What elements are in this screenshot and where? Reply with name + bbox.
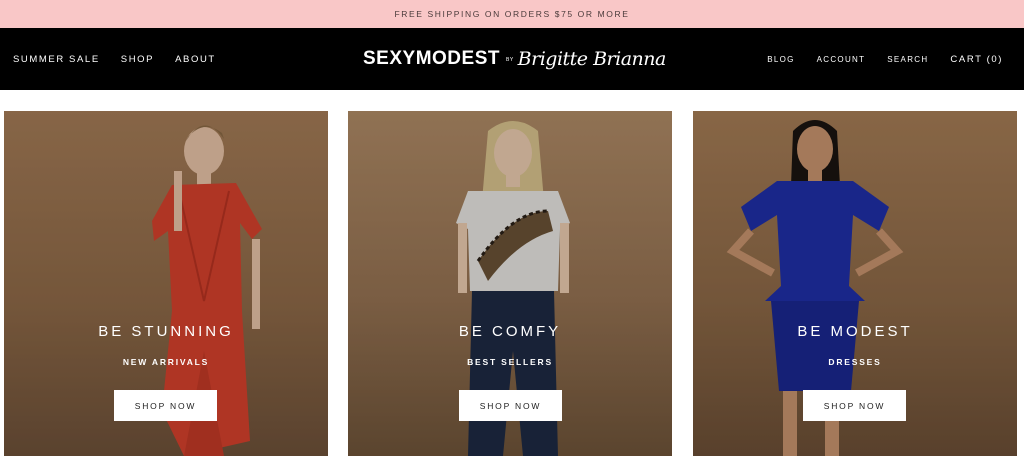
shop-now-button[interactable]: SHOP NOW	[803, 390, 906, 421]
site-logo[interactable]: SEXYMODEST BY Brigitte Brianna	[363, 28, 666, 90]
promo-card-comfy[interactable]: BE COMFY BEST SELLERS SHOP NOW	[348, 111, 672, 456]
site-header: SUMMER SALE SHOP ABOUT SEXYMODEST BY Bri…	[0, 28, 1024, 90]
nav-summer-sale[interactable]: SUMMER SALE	[13, 54, 100, 65]
card-subtitle: BEST SELLERS	[467, 357, 553, 367]
promo-card-stunning[interactable]: BE STUNNING NEW ARRIVALS SHOP NOW	[4, 111, 328, 456]
shop-now-button[interactable]: SHOP NOW	[459, 390, 562, 421]
primary-nav: SUMMER SALE SHOP ABOUT	[13, 28, 237, 90]
shop-now-button[interactable]: SHOP NOW	[114, 390, 217, 421]
announcement-bar: FREE SHIPPING ON ORDERS $75 OR MORE	[0, 0, 1024, 28]
announcement-text: FREE SHIPPING ON ORDERS $75 OR MORE	[394, 9, 630, 19]
logo-by: BY	[505, 57, 514, 63]
nav-account[interactable]: ACCOUNT	[817, 55, 866, 64]
utility-nav: BLOG ACCOUNT SEARCH CART (0)	[745, 28, 1003, 90]
nav-about[interactable]: ABOUT	[175, 54, 216, 65]
logo-script: Brigitte Brianna	[517, 48, 667, 70]
card-title: BE COMFY	[458, 323, 562, 340]
nav-blog[interactable]: BLOG	[767, 55, 794, 64]
nav-cart[interactable]: CART (0)	[950, 54, 1003, 65]
card-title: BE MODEST	[797, 323, 913, 340]
logo-wordmark: SEXYMODEST	[363, 48, 500, 69]
nav-shop[interactable]: SHOP	[121, 54, 154, 65]
card-title: BE STUNNING	[98, 323, 234, 340]
nav-search[interactable]: SEARCH	[887, 55, 928, 64]
card-subtitle: DRESSES	[828, 357, 882, 367]
promo-card-modest[interactable]: BE MODEST DRESSES SHOP NOW	[693, 111, 1017, 456]
card-subtitle: NEW ARRIVALS	[122, 357, 210, 367]
